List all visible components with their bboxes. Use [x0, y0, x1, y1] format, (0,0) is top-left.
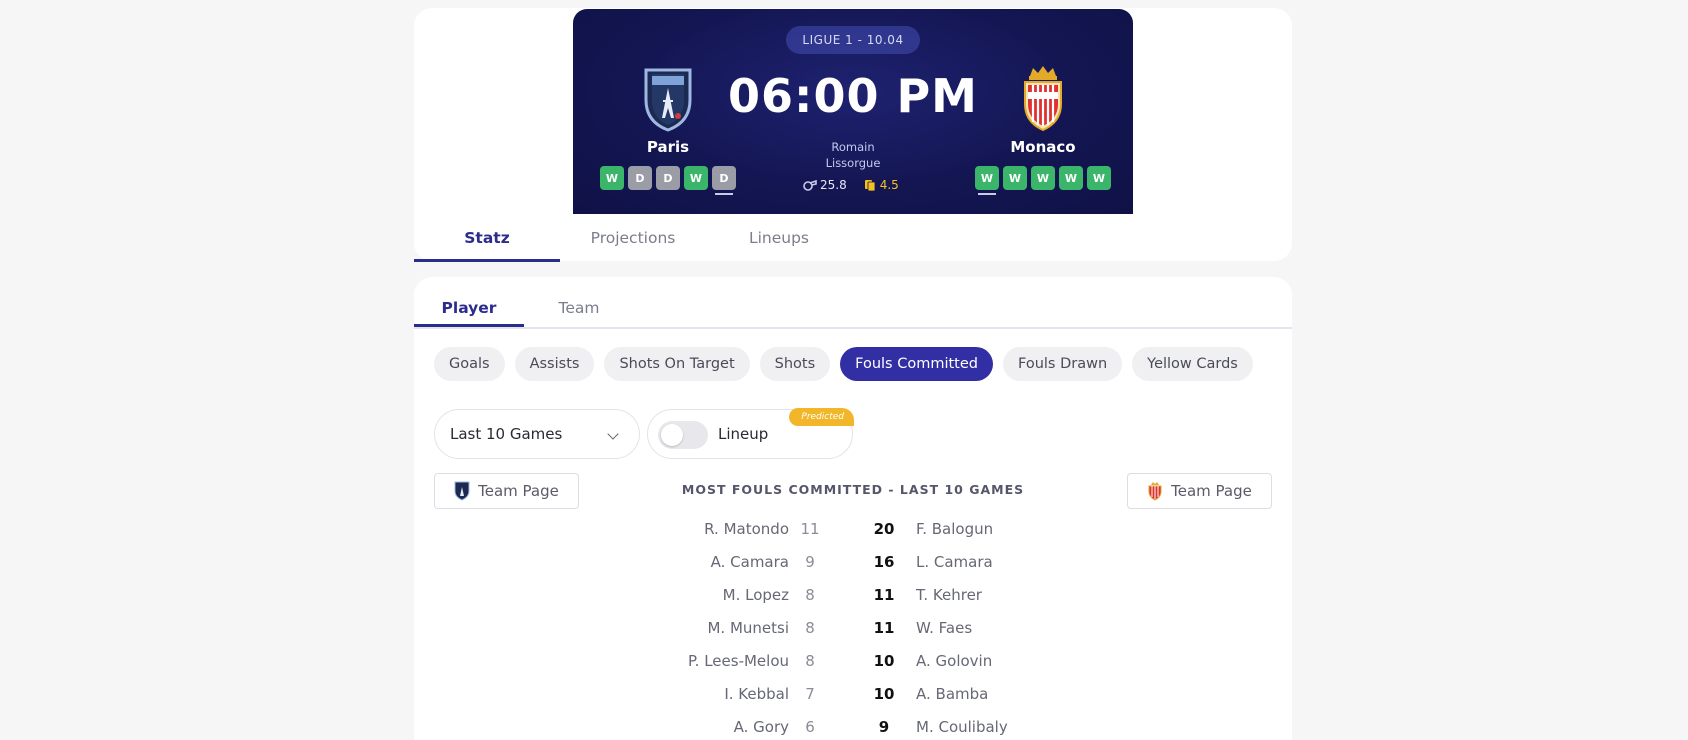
form-badge[interactable]: W — [600, 166, 624, 190]
tab-lineups[interactable]: Lineups — [706, 214, 852, 262]
table-row: I. Kebbal 7 10 A. Bamba — [564, 679, 1142, 712]
main-tabs: Statz Projections Lineups — [414, 214, 1292, 262]
form-badge[interactable]: D — [712, 166, 736, 195]
home-player-value: 6 — [805, 718, 815, 736]
away-team[interactable]: Monaco W W W W W — [958, 64, 1128, 195]
fouls-table: R. Matondo 11 20 F. Balogun A. Camara 9 … — [564, 514, 1142, 740]
away-player-name[interactable]: W. Faes — [916, 619, 972, 637]
away-team-page-button[interactable]: Team Page — [1127, 473, 1272, 509]
team-page-label: Team Page — [478, 482, 559, 500]
referee-stats: 25.8 4.5 — [803, 175, 913, 195]
chip-goals[interactable]: Goals — [434, 347, 505, 381]
referee-cards: 4.5 — [863, 178, 899, 192]
lineup-label: Lineup — [718, 425, 769, 443]
referee-first-name: Romain — [831, 140, 875, 154]
form-badge[interactable]: D — [628, 166, 652, 190]
chip-assists[interactable]: Assists — [514, 347, 595, 381]
yellow-card-icon — [864, 180, 876, 192]
table-row: P. Lees-Melou 8 10 A. Golovin — [564, 646, 1142, 679]
home-player-value: 9 — [805, 553, 815, 571]
away-player-value: 9 — [878, 718, 890, 736]
table-row: R. Matondo 11 20 F. Balogun — [564, 514, 1142, 547]
league-pill[interactable]: LIGUE 1 - 10.04 — [786, 26, 920, 54]
form-badge[interactable]: W — [1059, 166, 1083, 190]
away-player-value: 16 — [873, 553, 895, 571]
form-badge[interactable]: W — [684, 166, 708, 190]
away-player-name[interactable]: F. Balogun — [916, 520, 993, 538]
games-range-select[interactable]: Last 10 Games — [434, 409, 640, 459]
home-player-name[interactable]: P. Lees-Melou — [688, 652, 789, 670]
home-player-value: 8 — [805, 586, 815, 604]
whistle-icon — [803, 179, 817, 191]
predicted-badge: Predicted — [789, 408, 854, 426]
match-header: LIGUE 1 - 10.04 Paris W D D W D 06:00 PM… — [573, 9, 1133, 214]
paris-fc-crest-icon — [644, 68, 692, 132]
tab-player[interactable]: Player — [414, 289, 524, 327]
chip-fouls-drawn[interactable]: Fouls Drawn — [1003, 347, 1123, 381]
away-player-name[interactable]: L. Camara — [916, 553, 993, 571]
home-player-name[interactable]: A. Camara — [711, 553, 789, 571]
lineup-toggle[interactable]: Lineup Predicted — [647, 408, 854, 459]
chip-fouls-committed[interactable]: Fouls Committed — [840, 347, 993, 381]
home-player-name[interactable]: R. Matondo — [704, 520, 789, 538]
switch-knob — [661, 424, 683, 446]
home-player-name[interactable]: A. Gory — [734, 718, 789, 736]
table-row: M. Lopez 8 11 T. Kehrer — [564, 580, 1142, 613]
home-player-name[interactable]: M. Munetsi — [707, 619, 789, 637]
home-player-name[interactable]: M. Lopez — [723, 586, 789, 604]
home-player-value: 11 — [800, 520, 820, 538]
referee-fouls-value: 25.8 — [820, 178, 847, 192]
games-range-value: Last 10 Games — [450, 425, 563, 443]
referee-last-name: Lissorgue — [825, 156, 881, 170]
table-row: A. Gory 6 9 M. Coulibaly — [564, 712, 1142, 740]
tab-statz[interactable]: Statz — [414, 214, 560, 262]
stats-card: Player Team Goals Assists Shots On Targe… — [414, 277, 1292, 740]
chip-yellow-cards[interactable]: Yellow Cards — [1132, 347, 1253, 381]
sub-tabs: Player Team — [414, 289, 1292, 329]
team-page-label: Team Page — [1171, 482, 1252, 500]
home-player-name[interactable]: I. Kebbal — [724, 685, 789, 703]
away-player-name[interactable]: A. Golovin — [916, 652, 992, 670]
away-team-name: Monaco — [1010, 138, 1076, 156]
away-player-name[interactable]: A. Bamba — [916, 685, 988, 703]
paris-fc-crest-icon — [454, 481, 470, 501]
away-player-value: 11 — [873, 586, 895, 604]
table-row: M. Munetsi 8 11 W. Faes — [564, 613, 1142, 646]
away-player-value: 10 — [873, 685, 895, 703]
referee-fouls: 25.8 — [803, 178, 847, 192]
monaco-crest-icon — [1148, 482, 1162, 501]
kickoff-time: 06:00 PM — [728, 69, 978, 123]
home-player-value: 7 — [805, 685, 815, 703]
form-badge[interactable]: W — [1003, 166, 1027, 190]
form-badge[interactable]: W — [975, 166, 999, 195]
away-player-value: 11 — [873, 619, 895, 637]
away-form: W W W W W — [958, 166, 1128, 195]
away-player-value: 10 — [873, 652, 895, 670]
home-player-value: 8 — [805, 619, 815, 637]
form-badge[interactable]: W — [1031, 166, 1055, 190]
lineup-switch[interactable] — [658, 421, 708, 449]
home-team-name: Paris — [646, 138, 690, 156]
form-badge[interactable]: W — [1087, 166, 1111, 190]
chip-shots-on-target[interactable]: Shots On Target — [604, 347, 750, 381]
monaco-crest-icon — [1024, 66, 1062, 132]
tab-team[interactable]: Team — [524, 289, 634, 327]
away-player-value: 20 — [873, 520, 895, 538]
home-team-page-button[interactable]: Team Page — [434, 473, 579, 509]
referee-cards-value: 4.5 — [879, 178, 899, 192]
table-row: A. Camara 9 16 L. Camara — [564, 547, 1142, 580]
table-title: MOST FOULS COMMITTED - LAST 10 GAMES — [681, 482, 1025, 497]
home-player-value: 8 — [805, 652, 815, 670]
tab-projections[interactable]: Projections — [560, 214, 706, 262]
away-player-name[interactable]: T. Kehrer — [916, 586, 982, 604]
stat-chips: Goals Assists Shots On Target Shots Foul… — [434, 347, 1272, 383]
away-player-name[interactable]: M. Coulibaly — [916, 718, 1008, 736]
home-form: W D D W D — [583, 166, 753, 195]
chevron-down-icon — [607, 428, 619, 440]
form-badge[interactable]: D — [656, 166, 680, 190]
chip-shots[interactable]: Shots — [759, 347, 831, 381]
referee-name[interactable]: Romain Lissorgue — [778, 139, 928, 171]
